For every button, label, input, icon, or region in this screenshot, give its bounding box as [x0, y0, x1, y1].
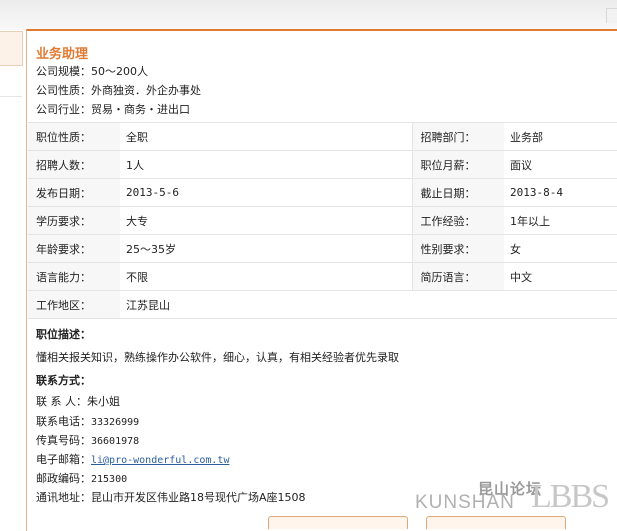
- watermark-bbs-logo: LBBS: [531, 478, 610, 515]
- detail-label: 发布日期：: [28, 178, 120, 207]
- table-row: 发布日期： 2013-5-6 截止日期： 2013-8-4: [28, 178, 617, 207]
- detail-label: 工作经验：: [411, 206, 504, 235]
- table-row: 学历要求： 大专 工作经验： 1年以上: [28, 206, 617, 235]
- description-heading: 职位描述：: [36, 328, 91, 341]
- detail-value: 1人: [120, 150, 412, 179]
- detail-value: 1年以上: [504, 206, 617, 235]
- company-industry: 公司行业：贸易・商务・进出口: [36, 103, 190, 116]
- job-title[interactable]: 业务助理: [36, 43, 88, 62]
- detail-label: 简历语言：: [411, 262, 504, 291]
- detail-label: 职位性质：: [28, 122, 120, 151]
- detail-label: 性别要求：: [411, 234, 504, 263]
- kunshan-bbs-watermark: 昆山论坛 KUNSHAN LBBS: [415, 478, 615, 518]
- detail-label: 职位月薪：: [411, 150, 504, 179]
- contact-person-label: 联 系 人：: [36, 395, 87, 408]
- table-row: 工作地区： 江苏昆山: [28, 290, 617, 319]
- job-detail-panel: 业务助理 公司规模：50～200人 公司性质：外商独资．外企办事处 公司行业：贸…: [26, 29, 617, 531]
- top-right-tab[interactable]: [606, 8, 617, 23]
- table-row: 语言能力： 不限 简历语言： 中文: [28, 262, 617, 291]
- zip-value: 215300: [91, 474, 128, 485]
- table-row: 职位性质： 全职 招聘部门： 业务部: [28, 122, 617, 151]
- detail-value: 不限: [120, 262, 412, 291]
- location-label: 工作地区：: [28, 290, 120, 319]
- phone-label: 联系电话：: [36, 415, 91, 428]
- watermark-en-text: KUNSHAN: [415, 492, 515, 513]
- zip-label: 邮政编码：: [36, 472, 91, 485]
- detail-value: 面议: [504, 150, 617, 179]
- contact-zip-row: 邮政编码：215300: [36, 470, 127, 486]
- detail-value: 2013-5-6: [120, 178, 412, 207]
- address-value: 昆山市开发区伟业路18号现代广场A座1508: [91, 491, 306, 504]
- sidebar-divider: [0, 96, 22, 97]
- detail-label: 截止日期：: [411, 178, 504, 207]
- table-row: 招聘人数： 1人 职位月薪： 面议: [28, 150, 617, 179]
- detail-value: 女: [504, 234, 617, 263]
- contact-heading: 联系方式：: [36, 374, 91, 387]
- table-row: 年龄要求： 25～35岁 性别要求： 女: [28, 234, 617, 263]
- top-bar: [0, 0, 617, 30]
- detail-label: 招聘部门：: [411, 122, 504, 151]
- company-nature: 公司性质：外商独资．外企办事处: [36, 84, 201, 97]
- contact-person-row: 联 系 人：朱小姐: [36, 393, 120, 409]
- contact-fax-row: 传真号码：36601978: [36, 432, 139, 448]
- detail-value: 2013-8-4: [504, 178, 617, 207]
- detail-value: 中文: [504, 262, 617, 291]
- contact-address-row: 通讯地址：昆山市开发区伟业路18号现代广场A座1508: [36, 489, 306, 505]
- detail-value: 25～35岁: [120, 234, 412, 263]
- detail-value: 业务部: [504, 122, 617, 151]
- sidebar-tab[interactable]: [0, 31, 23, 66]
- detail-label: 语言能力：: [28, 262, 120, 291]
- job-details-table: 职位性质： 全职 招聘部门： 业务部 招聘人数： 1人 职位月薪： 面议 发布日…: [28, 122, 617, 319]
- company-size: 公司规模：50～200人: [36, 65, 148, 78]
- fax-value: 36601978: [91, 436, 140, 447]
- email-label: 电子邮箱：: [36, 453, 91, 466]
- detail-value: 大专: [120, 206, 412, 235]
- fax-label: 传真号码：: [36, 434, 91, 447]
- contact-email-row: 电子邮箱：li@pro-wonderful.com.tw: [36, 451, 229, 467]
- detail-value: 全职: [120, 122, 412, 151]
- location-value: 江苏昆山: [120, 290, 617, 319]
- detail-label: 招聘人数：: [28, 150, 120, 179]
- detail-label: 年龄要求：: [28, 234, 120, 263]
- detail-label: 学历要求：: [28, 206, 120, 235]
- description-text: 懂相关报关知识，熟练操作办公软件，细心，认真，有相关经验者优先录取: [36, 351, 399, 364]
- email-link[interactable]: li@pro-wonderful.com.tw: [91, 455, 229, 466]
- contact-phone-row: 联系电话：33326999: [36, 413, 139, 429]
- phone-value: 33326999: [91, 417, 140, 428]
- address-label: 通讯地址：: [36, 491, 91, 504]
- contact-person: 朱小姐: [87, 395, 120, 408]
